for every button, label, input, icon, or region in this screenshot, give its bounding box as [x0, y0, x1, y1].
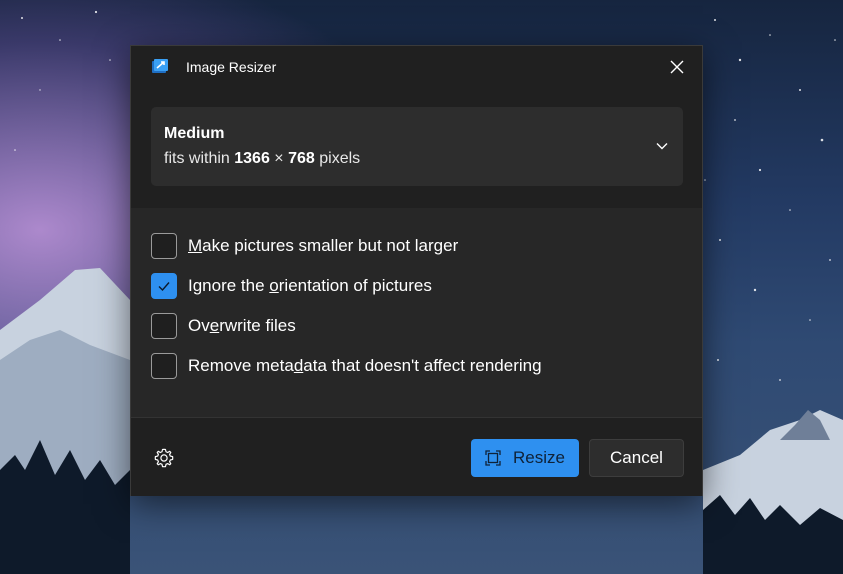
- size-desc-prefix: fits within: [164, 150, 230, 167]
- options-section: Make pictures smaller but not larger Ign…: [131, 208, 702, 417]
- title-bar[interactable]: Image Resizer: [131, 46, 702, 88]
- settings-button[interactable]: [151, 445, 177, 471]
- size-preset-dropdown[interactable]: Medium fits within 1366 × 768 pixels: [151, 107, 683, 186]
- size-height: 768: [288, 150, 315, 167]
- checkbox-ignore-orientation[interactable]: [151, 273, 177, 299]
- option-make-smaller[interactable]: Make pictures smaller but not larger: [151, 232, 458, 260]
- size-width: 1366: [234, 150, 270, 167]
- close-button[interactable]: [662, 52, 692, 82]
- resize-button[interactable]: Resize: [471, 439, 579, 477]
- option-label: Make pictures smaller but not larger: [188, 236, 459, 255]
- option-remove-metadata[interactable]: Remove metadata that doesn't affect rend…: [151, 352, 542, 380]
- gear-icon: [154, 448, 174, 468]
- resize-button-label: Resize: [513, 448, 565, 467]
- checkbox-make-smaller[interactable]: [151, 233, 177, 259]
- size-unit: pixels: [319, 150, 361, 167]
- chevron-down-icon: [656, 143, 668, 150]
- image-resizer-app-icon: [151, 58, 169, 76]
- close-icon: [670, 60, 684, 74]
- checkmark-icon: [158, 282, 170, 292]
- option-overwrite-files[interactable]: Overwrite files: [151, 312, 296, 340]
- size-times-sign: ×: [274, 150, 284, 167]
- dialog-footer: Resize Cancel: [131, 417, 702, 496]
- size-section: Medium fits within 1366 × 768 pixels: [131, 88, 702, 208]
- checkbox-overwrite-files[interactable]: [151, 313, 177, 339]
- option-label: Ignore the orientation of pictures: [188, 276, 432, 295]
- option-ignore-orientation[interactable]: Ignore the orientation of pictures: [151, 272, 432, 300]
- checkbox-remove-metadata[interactable]: [151, 353, 177, 379]
- size-preset-description: fits within 1366 × 768 pixels: [164, 150, 360, 168]
- cancel-button[interactable]: Cancel: [589, 439, 684, 477]
- resize-icon: [485, 450, 501, 466]
- size-preset-name: Medium: [164, 125, 225, 142]
- option-label: Overwrite files: [188, 316, 296, 335]
- option-label: Remove metadata that doesn't affect rend…: [188, 356, 542, 375]
- window-title: Image Resizer: [186, 59, 277, 75]
- image-resizer-dialog: Image Resizer Medium fits within 1366 × …: [130, 45, 703, 496]
